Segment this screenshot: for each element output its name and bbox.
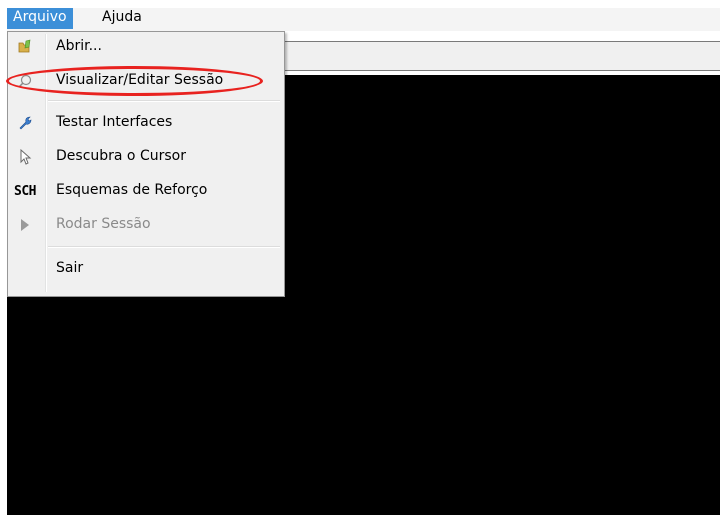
menu-item-esquemas-de-reforco[interactable]: SCH Esquemas de Reforço — [10, 178, 282, 204]
menu-bar: Arquivo Ajuda — [7, 8, 720, 31]
menu-separator — [48, 100, 280, 102]
wrench-icon — [16, 114, 34, 132]
play-icon — [16, 216, 34, 234]
sch-icon: SCH — [14, 183, 36, 199]
toolbar-strip — [285, 41, 720, 71]
magnifier-icon — [16, 72, 34, 90]
menu-item-label: Sair — [56, 260, 84, 276]
menu-arquivo[interactable]: Arquivo — [7, 8, 73, 29]
menu-item-label: Testar Interfaces — [56, 114, 173, 130]
menu-item-abrir[interactable]: Abrir... — [10, 34, 282, 60]
menu-item-label: Esquemas de Reforço — [56, 182, 208, 198]
file-menu-dropdown: Abrir... Visualizar/Editar Sessão Testar… — [7, 31, 285, 297]
menu-item-label: Abrir... — [56, 38, 102, 54]
menu-ajuda[interactable]: Ajuda — [96, 8, 148, 29]
menu-item-label: Visualizar/Editar Sessão — [56, 72, 224, 88]
cursor-arrow-icon — [16, 148, 34, 166]
menu-item-sair[interactable]: Sair — [10, 256, 282, 282]
menu-item-label: Rodar Sessão — [56, 216, 151, 232]
menu-item-testar-interfaces[interactable]: Testar Interfaces — [10, 110, 282, 136]
folder-open-icon — [16, 38, 34, 56]
menu-item-visualizar-editar-sessao[interactable]: Visualizar/Editar Sessão — [10, 68, 282, 94]
menu-separator — [48, 246, 280, 248]
menu-item-label: Descubra o Cursor — [56, 148, 186, 164]
menu-item-descubra-o-cursor[interactable]: Descubra o Cursor — [10, 144, 282, 170]
menu-item-rodar-sessao[interactable]: Rodar Sessão — [10, 212, 282, 238]
